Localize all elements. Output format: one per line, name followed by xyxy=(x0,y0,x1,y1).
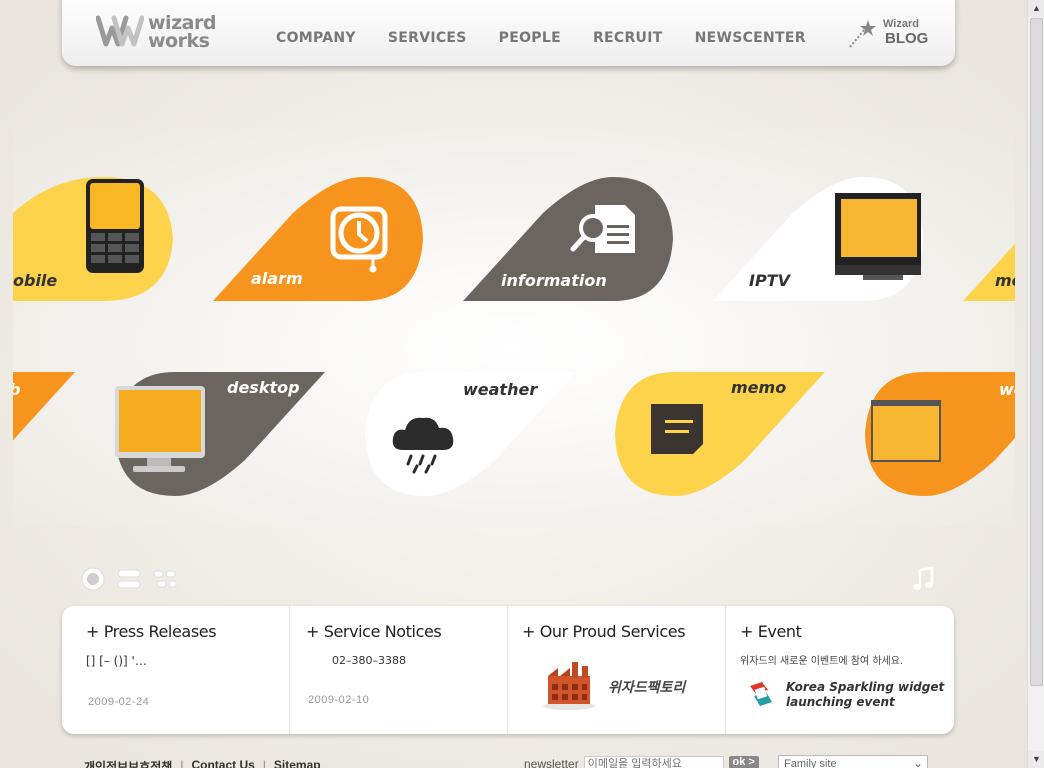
widget-information[interactable]: information xyxy=(463,173,675,305)
press-releases-section: + Press Releases [] [– ()] '… 2009-02-24 xyxy=(62,606,290,734)
music-note-icon[interactable] xyxy=(910,566,936,592)
widget-iptv-label: IPTV xyxy=(749,271,790,290)
footer-links: 개인정보보호정책 | Contact Us | Sitemap xyxy=(84,758,321,768)
sitemap-link[interactable]: Sitemap xyxy=(274,758,321,768)
privacy-policy-link[interactable]: 개인정보보호정책 xyxy=(84,758,172,768)
widget-web[interactable]: web xyxy=(863,368,1015,500)
chevron-down-icon: ⌄ xyxy=(912,756,923,768)
page: wizard works COMPANY SERVICES PEOPLE REC… xyxy=(0,0,1027,768)
widget-b[interactable]: b xyxy=(13,368,75,500)
press-releases-title[interactable]: + Press Releases xyxy=(86,622,217,641)
widget-mo-label: mo xyxy=(995,271,1015,290)
logo-mark-icon xyxy=(96,15,144,47)
widget-iptv[interactable]: IPTV xyxy=(713,173,925,305)
scrollbar-thumb[interactable] xyxy=(1030,18,1043,686)
newsletter-email-input[interactable] xyxy=(583,756,724,768)
proud-services-section: + Our Proud Services 위자드팩토리 xyxy=(508,606,726,734)
widget-memo[interactable]: memo xyxy=(613,368,825,500)
info-panel: + Press Releases [] [– ()] '… 2009-02-24… xyxy=(62,606,954,734)
family-site-value: Family site xyxy=(784,758,837,768)
vertical-scrollbar[interactable]: ▲ ▼ xyxy=(1027,0,1044,768)
list-view-icon[interactable] xyxy=(116,566,142,592)
service-notices-section: + Service Notices 02–380–3388 2009-02-10 xyxy=(290,606,508,734)
widget-weather-label: weather xyxy=(463,380,538,399)
logo[interactable]: wizard works xyxy=(96,12,216,54)
factory-icon xyxy=(543,662,595,710)
sparkling-widget-icon xyxy=(750,682,772,706)
newsletter-label: newsletter xyxy=(524,757,579,768)
blog-small-label: Wizard xyxy=(883,18,919,30)
event-link-line2: launching event xyxy=(786,695,895,709)
scroll-down-arrow-icon[interactable]: ▼ xyxy=(1028,751,1044,768)
scroll-up-arrow-icon[interactable]: ▲ xyxy=(1028,0,1044,17)
header: wizard works COMPANY SERVICES PEOPLE REC… xyxy=(62,0,955,66)
widget-desktop-label: desktop xyxy=(227,378,300,397)
widget-showcase: obile alarm information IPTV m desktop w… xyxy=(13,128,1015,526)
service-notice-date: 2009-02-10 xyxy=(308,694,370,706)
nav-services[interactable]: SERVICES xyxy=(388,30,467,46)
footer-separator: | xyxy=(262,758,266,768)
press-release-item[interactable]: [] [– ()] '… xyxy=(86,654,147,668)
widget-information-label: information xyxy=(501,271,607,290)
contact-us-link[interactable]: Contact Us xyxy=(191,758,254,768)
widget-mo[interactable]: mo xyxy=(963,173,1015,305)
event-link[interactable]: Korea Sparkling widget launching event xyxy=(786,680,944,710)
widget-desktop[interactable]: desktop xyxy=(113,368,325,500)
event-section: + Event 위자드의 새로운 이벤트에 참여 하세요. Korea Spar… xyxy=(726,606,954,734)
wizard-factory-link[interactable]: 위자드팩토리 xyxy=(608,677,685,697)
widget-memo-label: memo xyxy=(731,378,787,397)
proud-services-title[interactable]: + Our Proud Services xyxy=(522,622,686,641)
logo-text: wizard works xyxy=(148,14,216,52)
event-title[interactable]: + Event xyxy=(740,622,802,641)
family-site-select[interactable]: Family site ⌄ xyxy=(778,755,928,768)
wizard-blog-link[interactable]: Wizard BLOG xyxy=(847,14,929,50)
nav-people[interactable]: PEOPLE xyxy=(499,30,561,46)
showcase-controls xyxy=(80,566,178,592)
service-notice-item[interactable]: 02–380–3388 xyxy=(332,654,406,667)
service-notices-title[interactable]: + Service Notices xyxy=(306,622,442,641)
blog-big-label: BLOG xyxy=(885,30,929,47)
magic-wand-icon xyxy=(849,20,876,48)
widget-alarm[interactable]: alarm xyxy=(213,173,425,305)
nav-company[interactable]: COMPANY xyxy=(276,30,356,46)
widget-alarm-label: alarm xyxy=(251,269,303,288)
widget-mobile[interactable]: obile xyxy=(13,173,173,305)
widget-mobile-label: obile xyxy=(13,271,58,290)
newsletter-form: newsletter ok > xyxy=(524,756,759,768)
newsletter-ok-button[interactable]: ok > xyxy=(728,756,759,768)
widget-b-label: b xyxy=(13,380,20,399)
circle-view-icon[interactable] xyxy=(80,566,106,592)
widget-web-label: web xyxy=(999,380,1015,399)
press-release-date: 2009-02-24 xyxy=(88,696,150,708)
footer-separator: | xyxy=(180,758,184,768)
nav-newscenter[interactable]: NEWSCENTER xyxy=(695,30,806,46)
main-nav: COMPANY SERVICES PEOPLE RECRUIT NEWSCENT… xyxy=(276,30,838,46)
grid-view-icon[interactable] xyxy=(152,566,178,592)
event-description: 위자드의 새로운 이벤트에 참여 하세요. xyxy=(740,656,904,667)
logo-line2: works xyxy=(148,30,210,52)
event-link-line1: Korea Sparkling widget xyxy=(786,680,945,694)
nav-recruit[interactable]: RECRUIT xyxy=(593,30,663,46)
widget-weather[interactable]: weather xyxy=(363,368,575,500)
